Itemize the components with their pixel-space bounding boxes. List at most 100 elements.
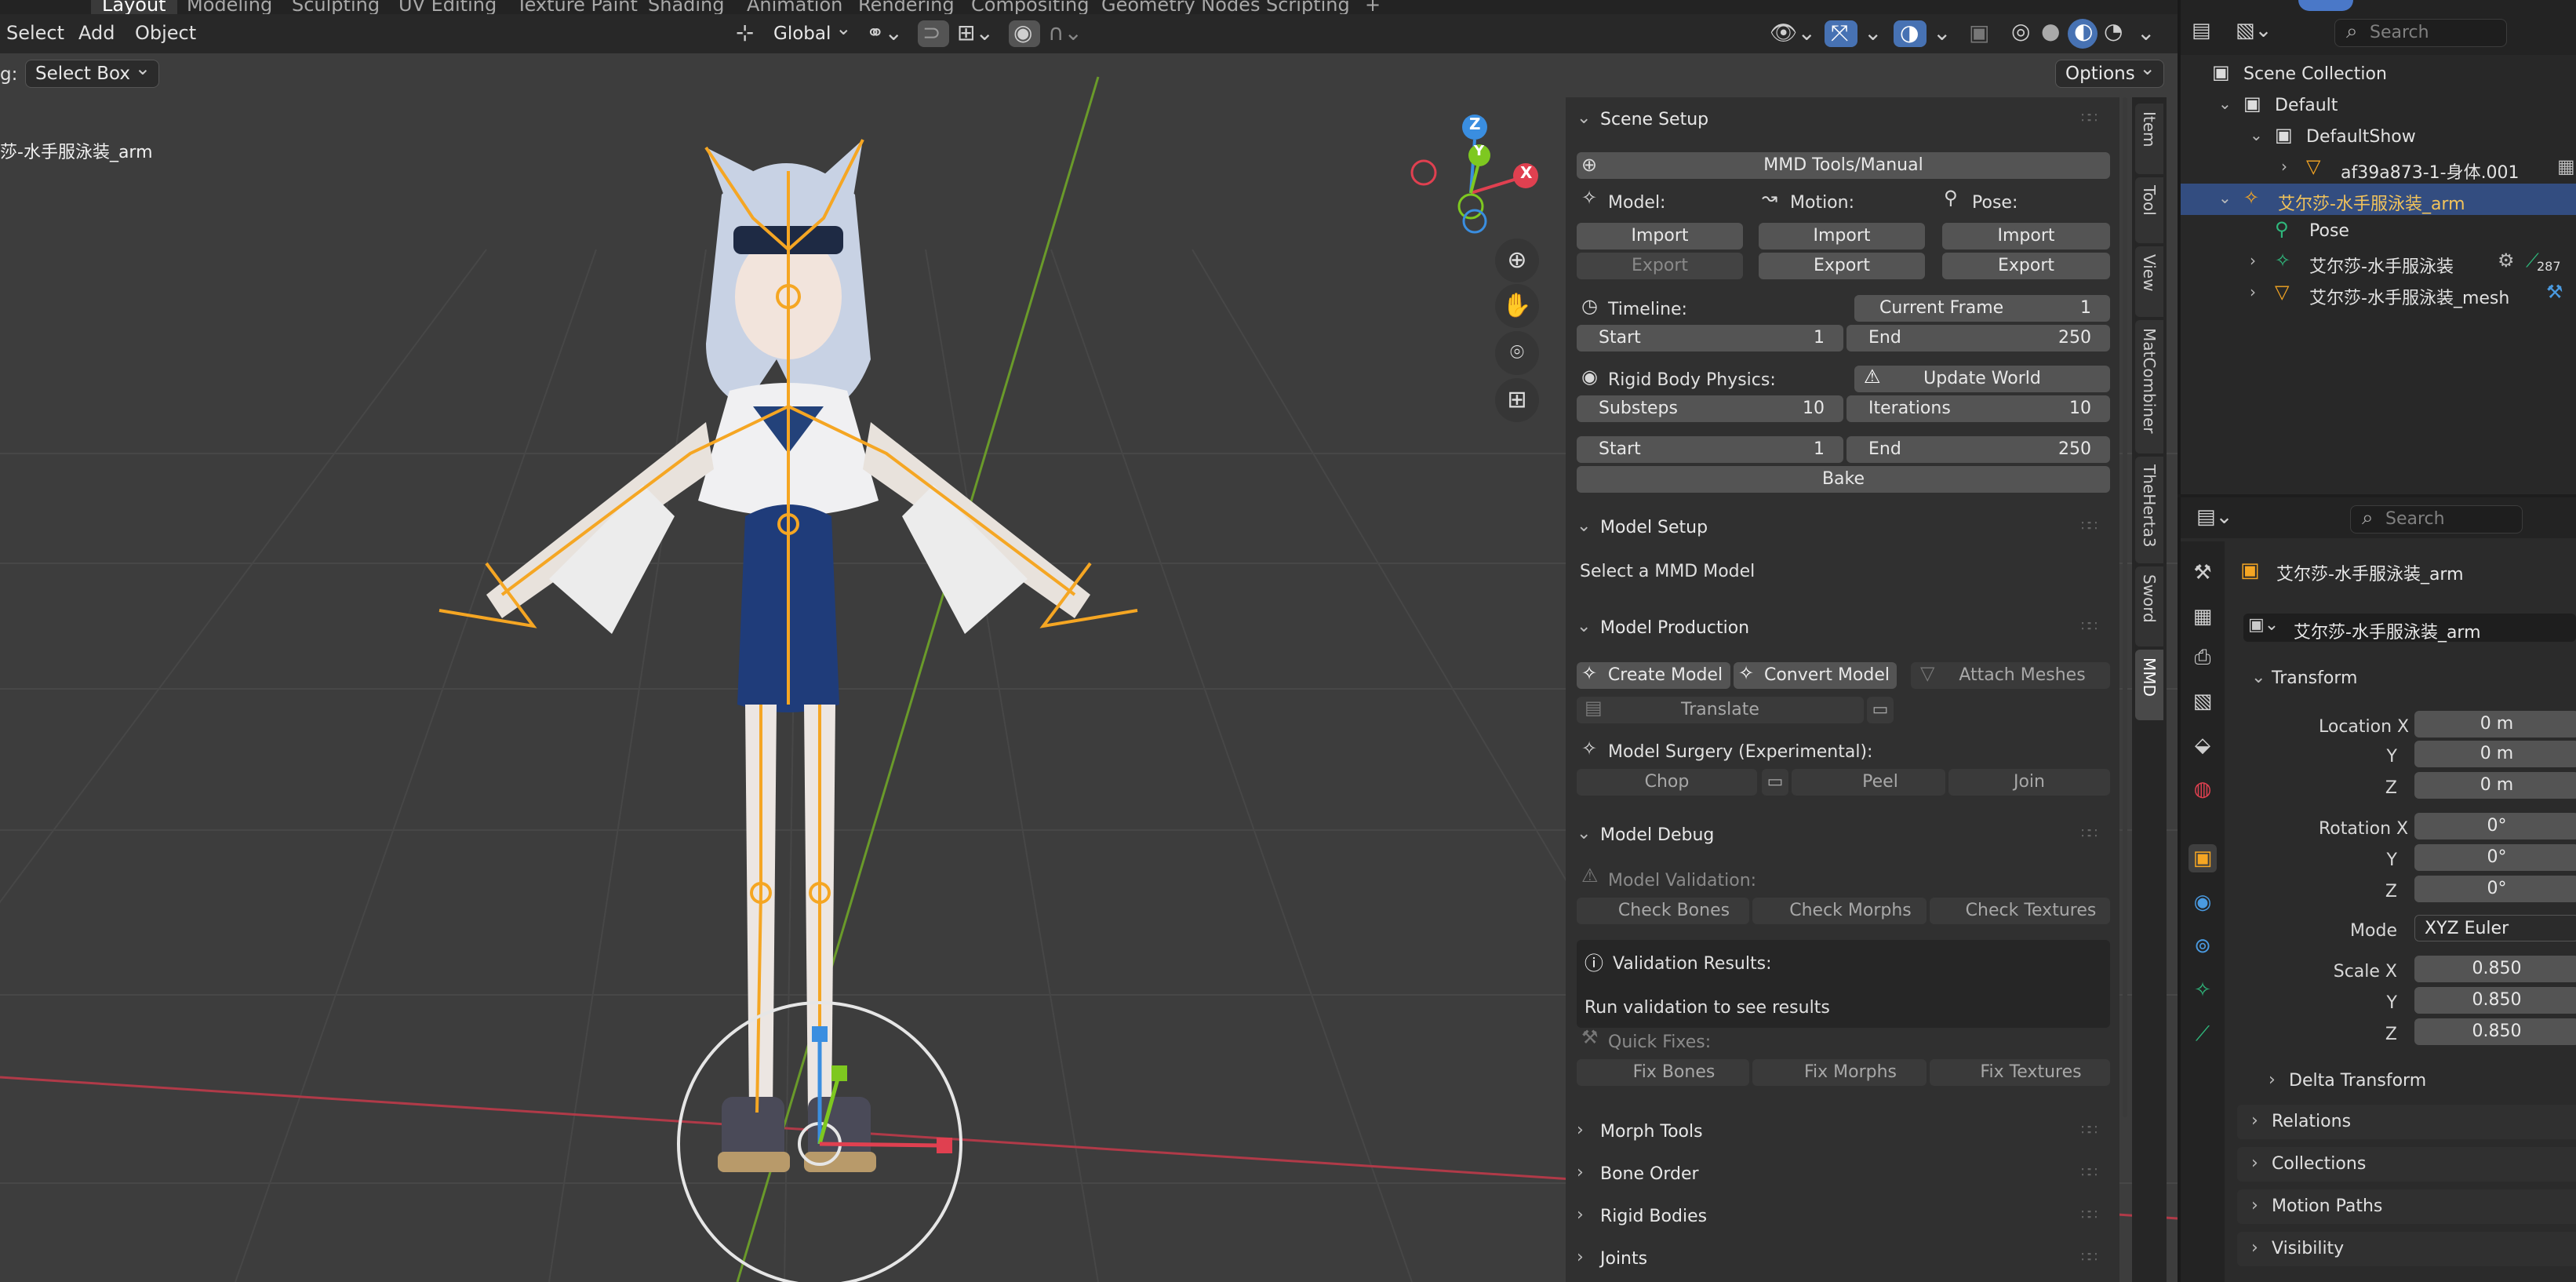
drag-grip-icon[interactable]: ∷∷	[2081, 618, 2098, 635]
tab-sword[interactable]: Sword	[2135, 566, 2163, 646]
shading-dropdown-icon[interactable]: ⌄	[2137, 22, 2155, 44]
tab-uv-editing[interactable]: UV Editing	[398, 0, 497, 14]
gizmo-dropdown-icon[interactable]: ⌄	[1864, 22, 1882, 44]
timeline-start-field[interactable]: Start 1	[1577, 325, 1843, 351]
fix-bones-button[interactable]: Fix Bones	[1577, 1059, 1749, 1086]
outliner-row-armature-data[interactable]: › ✧ 艾尔莎-水手服泳装 ⚙ ⟋ 287	[2181, 246, 2576, 278]
collections-header[interactable]: › Collections	[2237, 1147, 2576, 1182]
tool-tab-icon[interactable]: ⚒	[2189, 559, 2217, 587]
visibility-eye-icon[interactable]: 👁⌄	[1770, 22, 1816, 44]
orientation-dropdown[interactable]: Global	[764, 17, 859, 47]
chevron-down-icon[interactable]: ⌄	[2218, 188, 2232, 207]
scale-z-field[interactable]: 0.850	[2414, 1018, 2576, 1045]
outliner-row-scene-collection[interactable]: ▣ Scene Collection	[2181, 58, 2576, 89]
tab-rendering[interactable]: Rendering	[858, 0, 955, 14]
location-z-field[interactable]: 0 m	[2414, 772, 2576, 799]
tab-geometry-nodes[interactable]: Geometry Nodes	[1101, 0, 1260, 14]
peel-button[interactable]: Peel	[1792, 769, 1945, 796]
tab-layout[interactable]: Layout	[91, 0, 177, 14]
object-tab-icon[interactable]: ▣	[2189, 844, 2217, 872]
tab-animation[interactable]: Animation	[747, 0, 842, 14]
outliner-row-armature-selected[interactable]: ⌄ ✧ 艾尔莎-水手服泳装_arm	[2181, 184, 2576, 215]
rotation-mode-dropdown[interactable]: XYZ Euler	[2414, 915, 2576, 941]
check-bones-button[interactable]: Check Bones	[1577, 898, 1749, 924]
menu-add[interactable]: Add	[78, 22, 115, 44]
tab-item[interactable]: Item	[2135, 104, 2163, 174]
tab-view[interactable]: View	[2135, 246, 2163, 317]
attach-meshes-button[interactable]: Attach Meshes	[1911, 662, 2110, 689]
tab-modeling[interactable]: Modeling	[187, 0, 272, 14]
zoom-icon[interactable]: ⊕	[1495, 239, 1539, 282]
pose-export-button[interactable]: Export	[1942, 253, 2110, 279]
scene-tab-icon[interactable]: ⬙	[2189, 731, 2217, 759]
view-filter-icon[interactable]: ▧⌄	[2236, 19, 2272, 42]
constraints-tab-icon[interactable]: ⊚	[2189, 932, 2217, 960]
check-morphs-button[interactable]: Check Morphs	[1752, 898, 1927, 924]
snap-target-icon[interactable]: ⊞⌄	[957, 22, 994, 44]
outliner-row-mesh[interactable]: › ▽ 艾尔莎-水手服泳装_mesh ⚒	[2181, 278, 2576, 309]
tab-texture-paint[interactable]: Texture Paint	[516, 0, 638, 14]
solid-shading-icon[interactable]: ●	[2041, 20, 2060, 42]
chevron-right-icon[interactable]: ›	[2281, 157, 2287, 176]
add-workspace-button[interactable]: +	[1365, 0, 1381, 14]
armature-data-tab-icon[interactable]: ✧	[2189, 976, 2217, 1004]
object-type-icon[interactable]: ▣⌄	[2248, 615, 2279, 635]
location-x-field[interactable]: 0 m	[2414, 711, 2576, 738]
chevron-down-icon[interactable]: ⌄	[2218, 94, 2232, 113]
rigid-end-field[interactable]: End 250	[1846, 436, 2110, 463]
motion-import-button[interactable]: Import	[1759, 223, 1925, 249]
bone-order-header[interactable]: › Bone Order ∷∷	[1566, 1160, 2119, 1191]
model-setup-header[interactable]: ⌄ Model Setup ∷∷	[1566, 513, 2119, 544]
gizmo-x-handle[interactable]	[937, 1138, 952, 1153]
tab-scripting[interactable]: Scripting	[1266, 0, 1350, 14]
relations-header[interactable]: › Relations	[2237, 1105, 2576, 1139]
menu-select[interactable]: Select	[6, 22, 64, 44]
drag-grip-icon[interactable]: ∷∷	[2081, 110, 2098, 126]
drag-grip-icon[interactable]: ∷∷	[2081, 1249, 2098, 1266]
rotation-y-field[interactable]: 0°	[2414, 844, 2576, 871]
convert-model-button[interactable]: Convert Model	[1734, 662, 1897, 689]
options-dropdown[interactable]: Options	[2055, 57, 2164, 88]
outliner-row-defaultshow[interactable]: ⌄ ▣ DefaultShow	[2181, 121, 2576, 152]
chop-button[interactable]: Chop	[1577, 769, 1757, 796]
update-world-button[interactable]: Update World	[1854, 366, 2110, 392]
rigid-start-field[interactable]: Start 1	[1577, 436, 1843, 463]
joints-header[interactable]: › Joints ∷∷	[1566, 1244, 2119, 1276]
motion-paths-header[interactable]: › Motion Paths	[2237, 1189, 2576, 1224]
panel-scrollbar[interactable]	[2123, 97, 2127, 1117]
outliner-row-default[interactable]: ⌄ ▣ Default	[2181, 89, 2576, 121]
object-name-value[interactable]: 艾尔莎-水手服泳装_arm	[2294, 618, 2481, 643]
rotation-x-field[interactable]: 0°	[2414, 813, 2576, 839]
motion-export-button[interactable]: Export	[1759, 253, 1925, 279]
tab-compositing[interactable]: Compositing	[971, 0, 1089, 14]
tab-matcombiner[interactable]: MatCombiner	[2135, 320, 2163, 453]
rendered-shading-icon[interactable]: ◔	[2104, 20, 2123, 42]
outliner-search-input[interactable]: Search	[2334, 18, 2507, 47]
visibility-header[interactable]: › Visibility	[2237, 1232, 2576, 1266]
tab-tool[interactable]: Tool	[2135, 177, 2163, 243]
delta-transform-header[interactable]: › Delta Transform	[2254, 1064, 2576, 1098]
drag-grip-icon[interactable]: ∷∷	[2081, 1207, 2098, 1223]
current-frame-field[interactable]: Current Frame 1	[1854, 295, 2110, 322]
output-tab-icon[interactable]: ⎙	[2189, 643, 2217, 672]
fix-textures-button[interactable]: Fix Textures	[1930, 1059, 2110, 1086]
perspective-grid-icon[interactable]: ⊞	[1495, 378, 1539, 422]
translate-options-button[interactable]: ▭	[1867, 697, 1894, 723]
tab-mmd[interactable]: MMD	[2135, 650, 2163, 720]
location-y-field[interactable]: 0 m	[2414, 741, 2576, 767]
substeps-field[interactable]: Substeps 10	[1577, 395, 1843, 422]
display-mode-icon[interactable]: ▤	[2192, 19, 2211, 42]
rotation-z-field[interactable]: 0°	[2414, 876, 2576, 902]
gizmo-z-handle[interactable]	[812, 1026, 828, 1042]
chevron-down-icon[interactable]: ⌄	[2250, 126, 2263, 144]
scale-x-field[interactable]: 0.850	[2414, 956, 2576, 982]
wireframe-shading-icon[interactable]: ◎	[2011, 20, 2030, 42]
outliner-row-pose[interactable]: ⚲ Pose	[2181, 215, 2576, 246]
gizmo-x-arrow[interactable]	[819, 1142, 942, 1148]
menu-object[interactable]: Object	[135, 22, 196, 44]
iterations-field[interactable]: Iterations 10	[1846, 395, 2110, 422]
falloff-icon[interactable]: ∩⌄	[1048, 22, 1082, 44]
gizmo-y-handle[interactable]	[831, 1065, 847, 1081]
morph-tools-header[interactable]: › Morph Tools ∷∷	[1566, 1117, 2119, 1149]
pivot-icon[interactable]: ⚭⌄	[866, 22, 903, 44]
